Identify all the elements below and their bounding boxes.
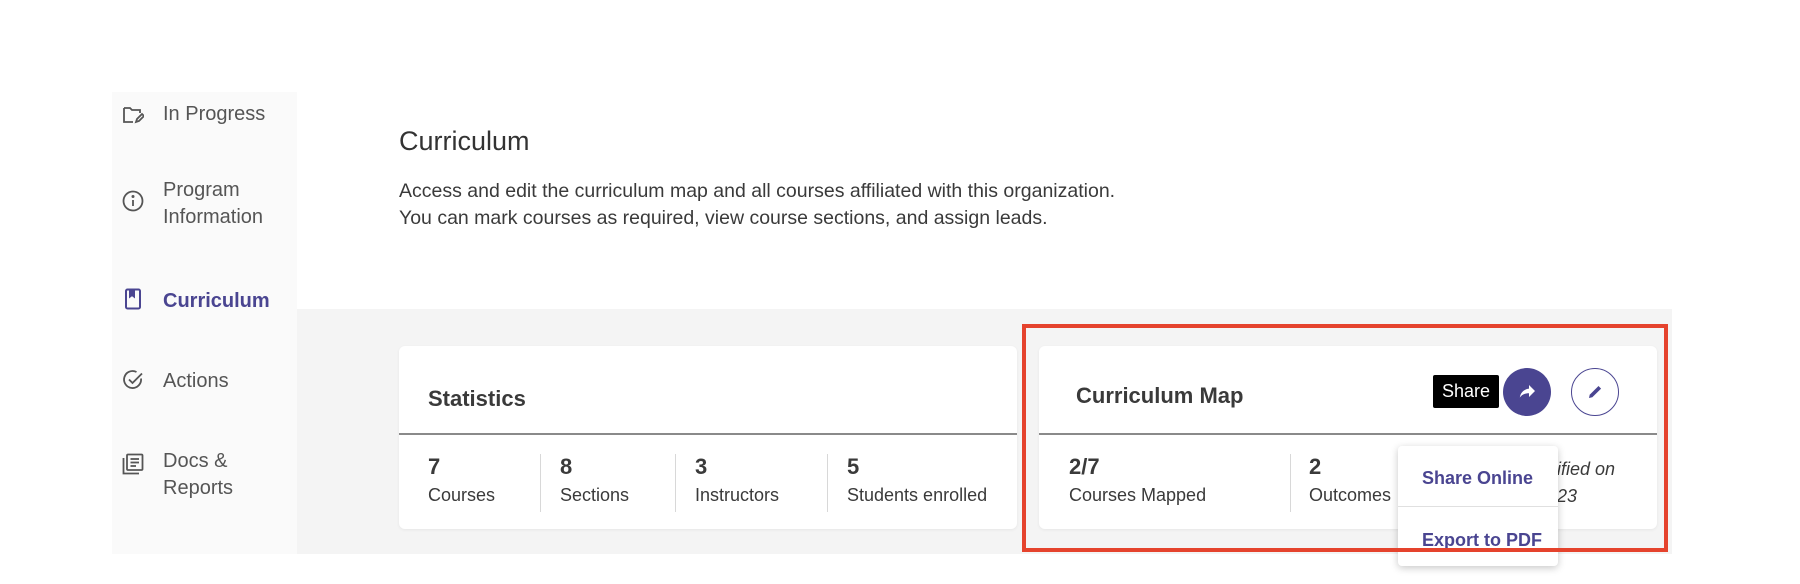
stat-sections: 8 Sections	[560, 454, 629, 506]
sidebar-item-label: Program Information	[163, 179, 264, 228]
stat-courses: 7 Courses	[428, 454, 495, 506]
stat-label: Courses	[428, 485, 496, 505]
app: In Progress Program Information Curricul…	[112, 92, 1672, 566]
check-circle-icon	[122, 369, 144, 391]
share-button[interactable]	[1503, 368, 1551, 416]
stat-courses-mapped: 2/7 Courses Mapped	[1069, 454, 1206, 506]
info-icon	[122, 190, 144, 212]
stat-instructors: 3 Instructors	[695, 454, 779, 506]
share-menu: Share Online Export to PDF	[1398, 446, 1558, 566]
share-online-menu-item[interactable]: Share Online	[1422, 468, 1533, 489]
page-title: Curriculum	[399, 126, 530, 156]
stat-label: Courses Mapped	[1069, 485, 1207, 505]
page-header: Curriculum Access and edit the curriculu…	[297, 92, 1672, 309]
stat-value: 5	[847, 454, 860, 479]
stat-label: Outcomes	[1309, 485, 1392, 505]
sidebar-item-label: Actions	[163, 370, 229, 392]
book-icon	[122, 288, 144, 310]
stat-label: Instructors	[695, 485, 780, 505]
stat-label: Students enrolled	[847, 485, 988, 505]
curriculum-map-title: Curriculum Map	[1076, 383, 1244, 408]
stat-outcomes: 2 Outcomes	[1309, 454, 1391, 506]
divider	[399, 433, 1017, 435]
divider	[827, 454, 828, 512]
divider	[540, 454, 541, 512]
curriculum-map-card: Curriculum Map Share 2/7 Courses Mapped …	[1039, 346, 1657, 566]
share-tooltip: Share	[1433, 375, 1500, 408]
sidebar: In Progress Program Information Curricul…	[112, 92, 297, 554]
stat-value: 2/7	[1069, 454, 1100, 479]
statistics-card: Statistics 7 Courses 8 Sections 3 Instru…	[399, 346, 1017, 529]
divider	[675, 454, 676, 512]
export-to-pdf-menu-item[interactable]: Export to PDF	[1422, 530, 1542, 551]
sidebar-item-label: In Progress	[163, 103, 266, 125]
sidebar-item-label: Docs & Reports	[163, 450, 234, 499]
stat-value: 3	[695, 454, 708, 479]
share-arrow-icon	[1519, 385, 1535, 398]
pencil-icon	[1589, 386, 1602, 398]
content-area: Statistics 7 Courses 8 Sections 3 Instru…	[297, 309, 1672, 566]
stat-label: Sections	[560, 485, 630, 505]
folder-edit-icon	[122, 104, 144, 126]
sidebar-item-label: Curriculum	[163, 290, 270, 312]
edit-button[interactable]	[1571, 368, 1619, 416]
statistics-title: Statistics	[428, 386, 526, 411]
stat-value: 8	[560, 454, 573, 479]
stat-value: 7	[428, 454, 441, 479]
stat-students-enrolled: 5 Students enrolled	[847, 454, 987, 506]
documents-icon	[122, 453, 144, 475]
divider	[1398, 506, 1558, 507]
divider	[1290, 454, 1291, 512]
page-description: Access and edit the curriculum map and a…	[399, 180, 1116, 229]
divider	[1039, 433, 1657, 435]
stat-value: 2	[1309, 454, 1322, 479]
